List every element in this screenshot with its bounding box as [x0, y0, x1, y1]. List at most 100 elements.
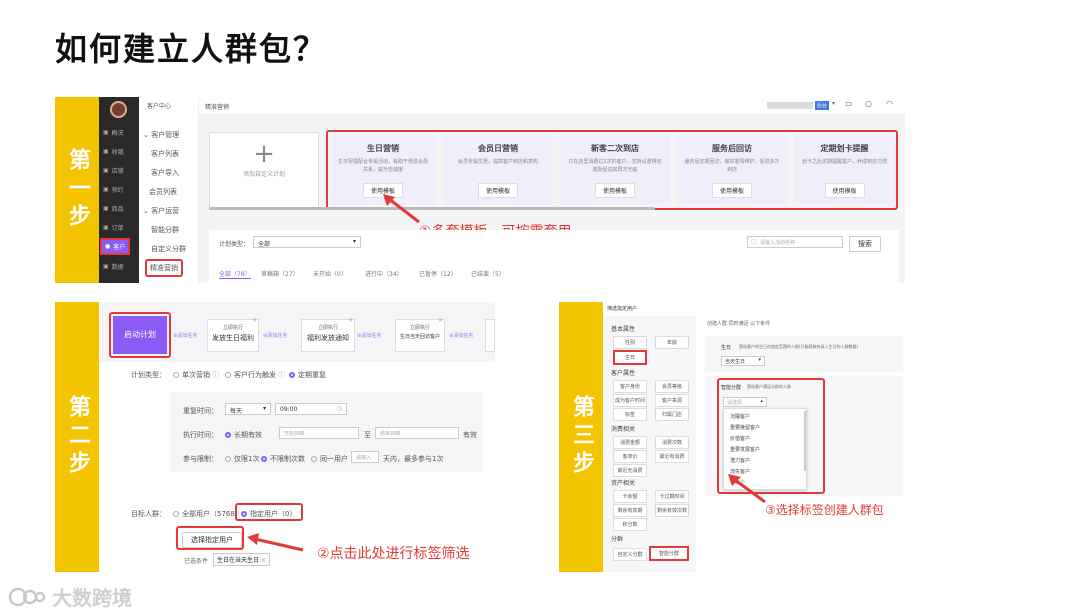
sidebar-item-customers[interactable]: ● 客户 — [100, 238, 130, 255]
search-icon[interactable]: ○ — [865, 99, 872, 108]
sidebar-item-shop[interactable]: ▣ 店铺 — [103, 166, 124, 175]
search-button[interactable]: 搜索 — [849, 236, 881, 252]
menu-item-member-list[interactable]: 会员列表 — [149, 187, 177, 197]
menu-item-customer-list[interactable]: 客户列表 — [151, 149, 179, 159]
add-task-link-4[interactable]: ⊕添加任务 — [449, 332, 473, 339]
use-template-button[interactable]: 使用模板 — [711, 183, 753, 198]
tag-points[interactable]: 积分数 — [613, 518, 647, 531]
end-date-input[interactable]: 结束日期 — [375, 427, 459, 439]
flow-node-birthday-gift[interactable]: 立即执行 发放生日福利 × — [207, 317, 259, 352]
tag-remaining-validity[interactable]: 剩余有效期 — [613, 504, 647, 517]
exec-long-term[interactable]: 长期有效 — [225, 430, 262, 440]
tag-card-expiry[interactable]: 卡过期时间 — [655, 490, 689, 503]
template-card-second-visit[interactable]: 新客二次到店 只在店里消费过1次的客户，支持设置特定激励促进其再次光临 使用模板 — [560, 135, 670, 205]
dropdown-scrollbar[interactable] — [804, 411, 806, 471]
dropdown-option[interactable]: 价值客户 — [730, 435, 750, 442]
menu-group-customer-manage[interactable]: ⌄ 客户管理 — [143, 130, 179, 140]
use-template-button[interactable]: 使用模板 — [824, 183, 865, 198]
tag-age[interactable]: 年龄 — [655, 336, 689, 349]
tag-amount[interactable]: 消费金额 — [613, 436, 647, 449]
target-selected[interactable]: 指定用户（0） — [241, 509, 296, 519]
clock-icon: ◷ — [336, 405, 342, 412]
tag-label[interactable]: 标签 — [613, 408, 647, 421]
sidebar-item-cashier[interactable]: ▣ 收银 — [103, 147, 124, 156]
smart-segment-label: 智能分群 — [721, 385, 742, 391]
tag-birthday[interactable]: 生日 — [613, 350, 647, 365]
template-card-service-followup[interactable]: 服务后回访 服务后定期回访，做好客情维护，促进多次到店 使用模板 — [677, 135, 787, 205]
headset-icon[interactable]: ◠ — [886, 99, 893, 108]
overview-icon: ▣ — [103, 129, 109, 136]
menu-item-custom-segment[interactable]: 自定义分群 — [151, 244, 186, 254]
tag-custom-segment[interactable]: 自定义分群 — [613, 548, 647, 561]
menu-item-customer-import[interactable]: 客户导入 — [151, 168, 179, 178]
start-plan-node[interactable]: 启动计划 — [113, 316, 167, 354]
limit-days-input[interactable]: 请输入 — [351, 451, 379, 463]
tag-smart-segment[interactable]: 智能分群 — [649, 546, 689, 561]
tag-avg-price[interactable]: 客单价 — [613, 450, 647, 463]
tag-gender[interactable]: 性别 — [613, 336, 647, 349]
message-icon[interactable]: ▭ — [845, 99, 853, 108]
sidebar-item-booking[interactable]: ▣ 预约 — [103, 185, 124, 194]
plan-type-single[interactable]: 单次营销 ⓘ — [173, 370, 219, 380]
close-icon[interactable]: × — [261, 557, 266, 564]
menu-item-smart-segment[interactable]: 智能分群 — [151, 225, 179, 235]
close-icon[interactable]: × — [348, 317, 353, 324]
tab-paused[interactable]: 已暂停（12） — [419, 269, 457, 278]
tab-all[interactable]: 全部（78） — [219, 269, 251, 279]
tab-finished[interactable]: 已结束（5） — [471, 269, 505, 278]
chevron-down-icon[interactable]: ▾ — [832, 100, 835, 107]
tab-not-started[interactable]: 未开始（0） — [313, 269, 347, 278]
add-task-link-3[interactable]: ⊕添加任务 — [357, 332, 381, 339]
choose-users-button[interactable]: 选择指定用户 — [182, 532, 242, 548]
tag-count[interactable]: 消费次数 — [655, 436, 689, 449]
plan-type-behavior[interactable]: 客户行为触发 ⓘ — [225, 370, 285, 380]
tag-card-balance[interactable]: 卡余额 — [613, 490, 647, 503]
smart-segment-select[interactable]: 请选择 ▴ — [723, 397, 767, 407]
sidebar-item-orders[interactable]: ▣ 订单 — [103, 223, 124, 232]
tag-no-recent-spend[interactable]: 最近无消费 — [613, 464, 647, 477]
tag-recent-spend[interactable]: 最近有消费 — [655, 450, 689, 463]
tag-store[interactable]: 归属门店 — [655, 408, 689, 421]
repeat-select[interactable]: 每天 ▾ — [225, 403, 271, 415]
dropdown-option[interactable]: 重要挽留客户 — [730, 424, 760, 431]
use-template-button[interactable]: 使用模板 — [477, 183, 519, 198]
target-all[interactable]: 全部用户（5768） — [173, 509, 242, 519]
sidebar-item-goods[interactable]: ▣ 商品 — [103, 204, 124, 213]
limit-once[interactable]: 仅限1次 — [225, 454, 259, 464]
tab-running[interactable]: 进行中（34） — [365, 269, 403, 278]
sidebar-item-data[interactable]: ▣ 数据 — [103, 262, 124, 271]
tag-source[interactable]: 客户来源 — [655, 394, 689, 407]
close-icon[interactable]: × — [438, 317, 443, 324]
horizontal-scrollbar[interactable] — [209, 207, 655, 210]
flow-node-gift-notice[interactable]: 立即执行 福利发放通知 × — [301, 317, 355, 352]
close-icon[interactable]: × — [252, 317, 257, 324]
limit-same-user[interactable]: 同一用户 — [311, 454, 348, 464]
limit-unlimited[interactable]: 不限制次数 — [261, 454, 305, 464]
birthday-desc: 筛选客户的生日在指定范围的人群(只能获取有录入生日的人群数据) — [739, 344, 859, 349]
birthday-select[interactable]: 当天生日 ▾ — [721, 356, 765, 366]
start-date-input[interactable]: 开始日期 — [279, 427, 359, 439]
tab-drafts[interactable]: 草稿箱（27） — [261, 269, 299, 278]
dropdown-option[interactable]: 潜力客户 — [730, 457, 750, 464]
menu-group-customer-ops[interactable]: ⌄ 客户运营 — [143, 206, 179, 216]
plan-type-repeat[interactable]: 定期重复 — [289, 370, 326, 380]
tag-member-level[interactable]: 会员等级 — [655, 380, 689, 393]
add-custom-plan-card[interactable]: + 添加自定义计划 — [209, 132, 319, 208]
dropdown-option[interactable]: 沉睡客户 — [730, 413, 750, 420]
search-input[interactable]: 请输入活动名称 ○ — [747, 236, 843, 248]
tag-remaining-times[interactable]: 剩余有效次数 — [655, 504, 689, 517]
time-input[interactable]: 09:00 ◷ — [275, 403, 347, 415]
dropdown-option[interactable]: 重要发展客户 — [730, 446, 760, 453]
template-card-card-reminder[interactable]: 定期划卡提醒 划卡之后定期提醒客户，养成到店习惯 使用模板 — [794, 135, 895, 205]
menu-item-precision-marketing[interactable]: 精准营销 — [145, 259, 183, 277]
flow-node-birthday-visit[interactable]: 立即执行 生日当天回访客户 × — [395, 317, 445, 352]
add-task-link-2[interactable]: ⊕添加任务 — [263, 332, 287, 339]
plan-type-select[interactable]: 全部 ▾ — [253, 236, 361, 248]
add-task-link-1[interactable]: ⊕添加任务 — [173, 332, 197, 339]
template-card-member-day[interactable]: 会员日营销 会员专属优惠，提高客户到店和复购 使用模板 — [443, 135, 553, 205]
use-template-button[interactable]: 使用模板 — [594, 183, 636, 198]
selected-tag[interactable]: 生日在当天生日 × — [213, 553, 270, 566]
tag-customer-identity[interactable]: 客户身份 — [613, 380, 647, 393]
tag-join-time[interactable]: 成为客户时间 — [613, 394, 647, 407]
sidebar-item-overview[interactable]: ▣ 概况 — [103, 128, 124, 137]
